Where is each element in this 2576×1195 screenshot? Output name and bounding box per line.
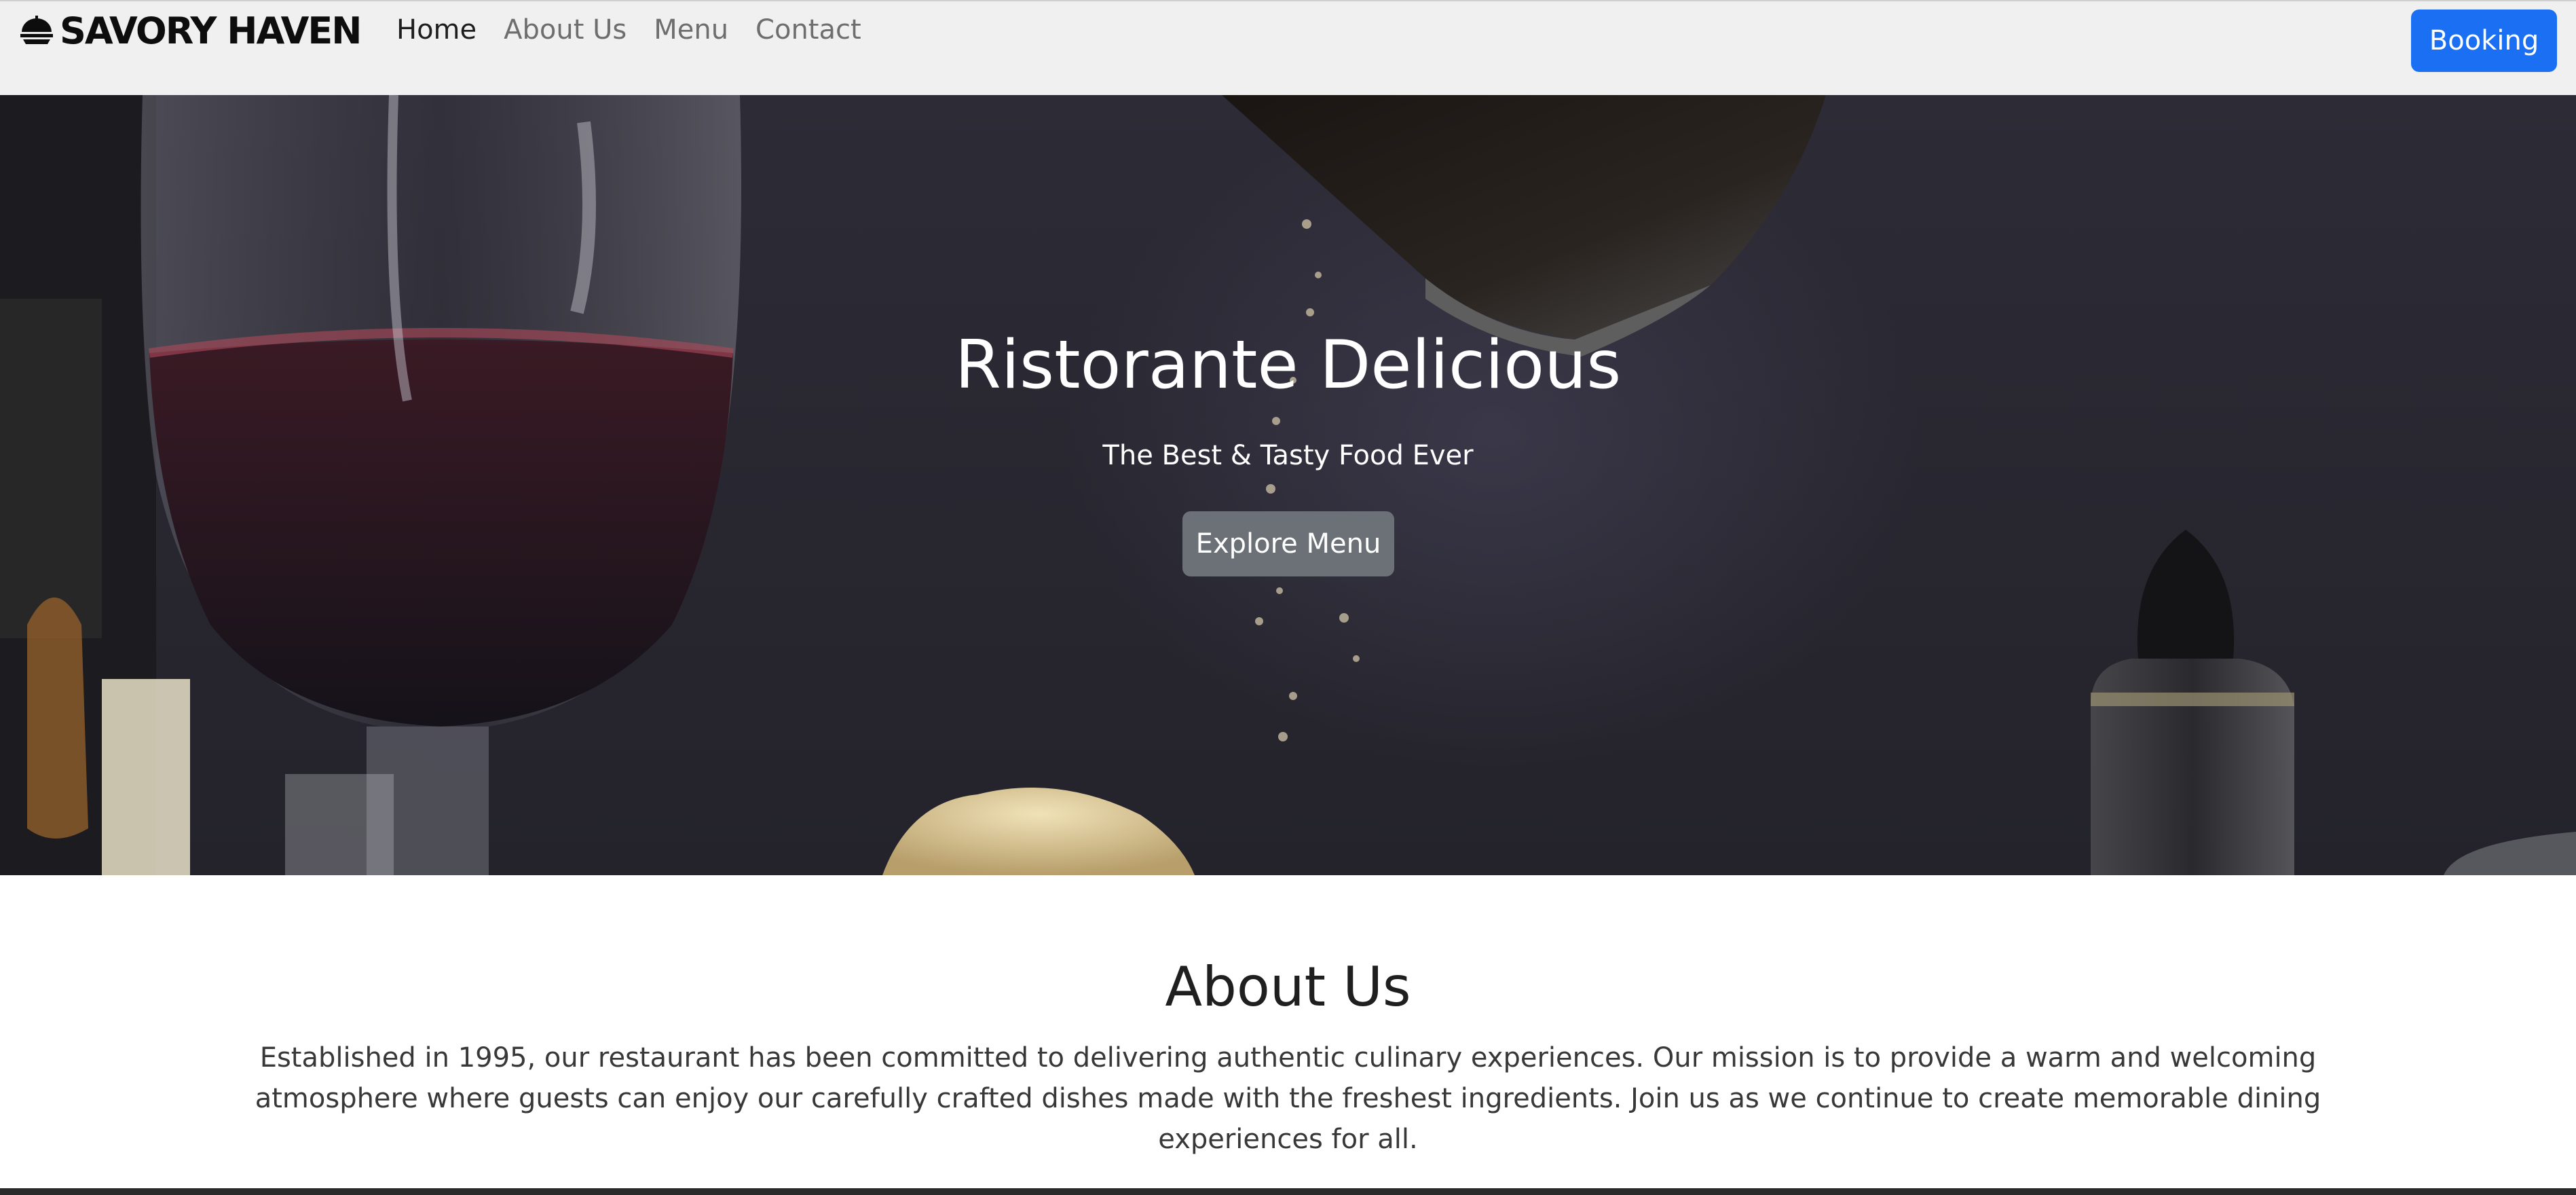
booking-button[interactable]: Booking	[2411, 10, 2557, 72]
nav-item-contact[interactable]: Contact	[742, 11, 875, 49]
nav-item-menu[interactable]: Menu	[640, 11, 742, 49]
about-section: About Us Established in 1995, our restau…	[0, 875, 2576, 1188]
explore-menu-button[interactable]: Explore Menu	[1182, 511, 1394, 576]
brand-logo[interactable]: SAVORY HAVEN	[19, 7, 362, 54]
nav-links: Home About Us Menu Contact	[383, 11, 875, 49]
nav-item-home[interactable]: Home	[383, 11, 490, 49]
hero-background-image	[0, 95, 2576, 875]
hero-section: Ristorante Delicious The Best & Tasty Fo…	[0, 95, 2576, 875]
hero-title: Ristorante Delicious	[954, 327, 1622, 404]
navbar: SAVORY HAVEN Home About Us Menu Contact …	[0, 0, 2576, 95]
about-text: Established in 1995, our restaurant has …	[255, 1042, 2321, 1155]
about-title: About Us	[1165, 955, 1411, 1018]
footer-edge	[0, 1188, 2576, 1195]
brand-name: SAVORY HAVEN	[60, 9, 362, 52]
nav-item-about-us[interactable]: About Us	[490, 11, 640, 49]
hero-subtitle: The Best & Tasty Food Ever	[1102, 440, 1474, 471]
dish-cloche-icon	[19, 16, 54, 45]
